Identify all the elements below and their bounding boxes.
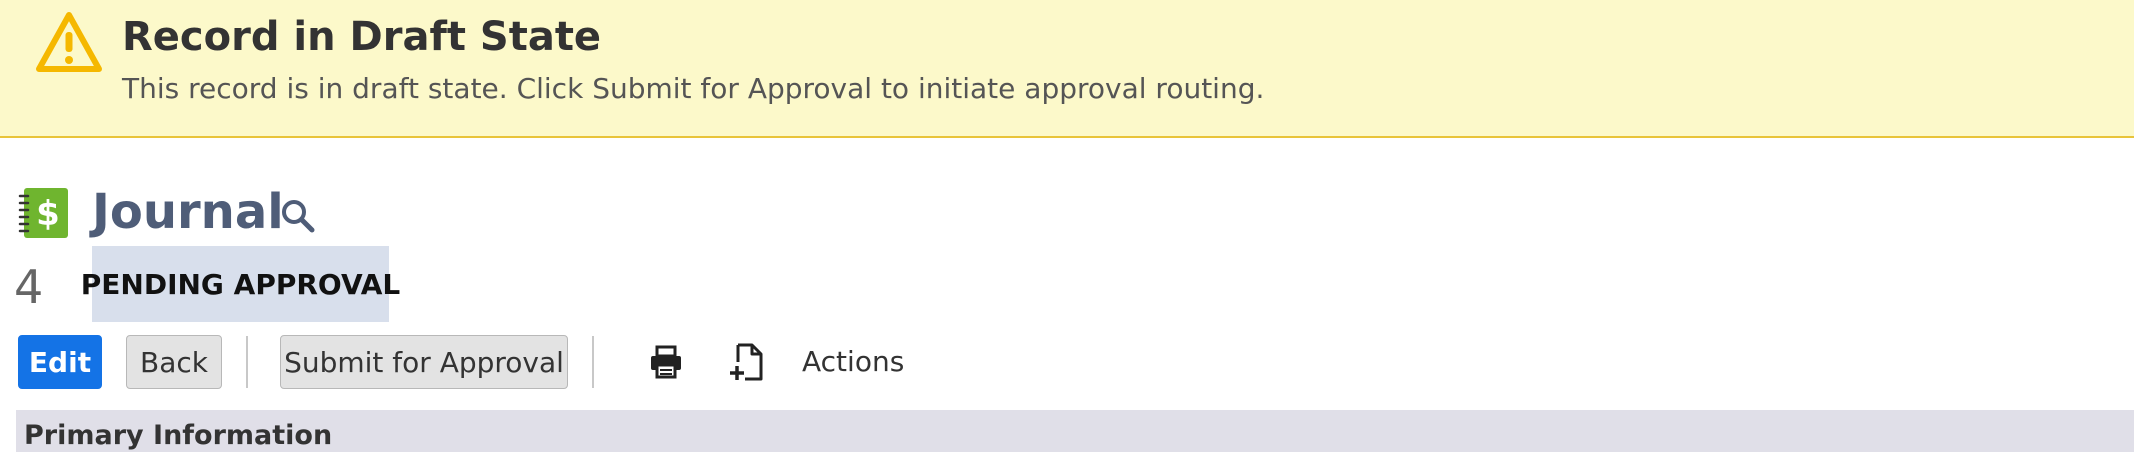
banner-message: This record is in draft state. Click Sub… — [122, 72, 1265, 105]
print-icon[interactable] — [648, 344, 684, 380]
toolbar-divider — [246, 336, 248, 388]
search-icon[interactable] — [280, 198, 316, 234]
journal-dollar-icon: $ — [18, 188, 68, 238]
banner-title: Record in Draft State — [122, 14, 602, 60]
draft-state-banner: Record in Draft State This record is in … — [0, 0, 2134, 138]
edit-button[interactable]: Edit — [18, 335, 102, 389]
new-document-icon[interactable] — [728, 342, 764, 382]
page-title: Journal — [92, 184, 284, 240]
record-number: 4 — [14, 260, 44, 314]
submit-for-approval-button[interactable]: Submit for Approval — [280, 335, 568, 389]
section-title: Primary Information — [24, 420, 333, 451]
warning-icon — [36, 12, 102, 72]
svg-text:$: $ — [36, 194, 60, 234]
status-badge: PENDING APPROVAL — [81, 246, 400, 322]
section-header[interactable]: Primary Information — [16, 410, 2134, 452]
actions-menu[interactable]: Actions — [802, 345, 904, 378]
toolbar-divider — [592, 336, 594, 388]
back-button[interactable]: Back — [126, 335, 222, 389]
